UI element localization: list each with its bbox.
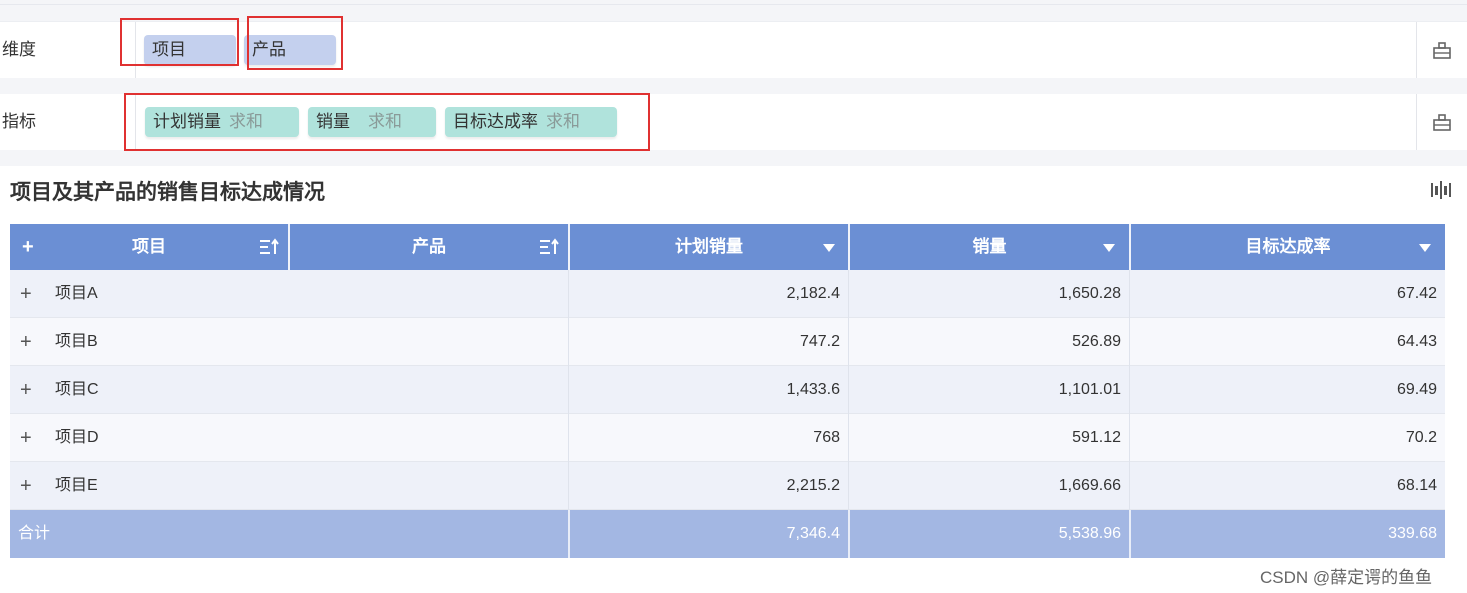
cell-planned: 1,433.6	[786, 381, 840, 398]
cell-planned: 747.2	[799, 333, 840, 350]
row-expand-button[interactable]: +	[20, 414, 32, 462]
cell-project: 项目E	[55, 477, 98, 494]
column-separator	[568, 366, 569, 414]
column-separator	[1129, 366, 1130, 414]
table-row: + 项目C 1,433.6 1,101.01 69.49	[10, 366, 1445, 414]
sort-icon[interactable]	[258, 237, 280, 257]
row-expand-button[interactable]: +	[20, 462, 32, 510]
cell-planned: 2,215.2	[786, 477, 840, 494]
total-planned: 7,346.4	[786, 525, 840, 542]
column-separator	[568, 270, 569, 318]
metric-label: 指标	[2, 112, 36, 131]
dropdown-icon[interactable]	[823, 243, 835, 253]
table-row: + 项目D 768 591.12 70.2	[10, 414, 1445, 462]
watermark: CSDN @薛定谔的鱼鱼	[1260, 568, 1433, 587]
table-row: + 项目E 2,215.2 1,669.66 68.14	[10, 462, 1445, 510]
sort-icon[interactable]	[538, 237, 560, 257]
highlight-box-product	[247, 16, 343, 70]
column-separator	[848, 270, 849, 318]
column-header-project[interactable]: 项目	[10, 224, 288, 270]
column-separator	[1129, 462, 1130, 510]
chart-type-switch-icon[interactable]	[1430, 180, 1452, 200]
column-header-planned[interactable]: 计划销量	[570, 224, 848, 270]
cell-planned: 768	[813, 429, 840, 446]
dimension-right-divider	[1416, 22, 1417, 78]
cell-project: 项目D	[55, 429, 99, 446]
cell-rate: 69.49	[1396, 381, 1437, 398]
table-total-row: 合计 7,346.4 5,538.96 339.68	[10, 510, 1445, 558]
cell-sales: 1,650.28	[1058, 285, 1121, 302]
cell-project: 项目C	[55, 381, 99, 398]
top-strip-line	[0, 4, 1467, 5]
column-header-sales[interactable]: 销量	[850, 224, 1129, 270]
cell-project: 项目B	[55, 333, 98, 350]
row-expand-button[interactable]: +	[20, 366, 32, 414]
column-separator	[848, 318, 849, 366]
settings-icon[interactable]	[1432, 112, 1452, 132]
cell-rate: 64.43	[1396, 333, 1437, 350]
cell-rate: 68.14	[1396, 477, 1437, 494]
column-separator	[1129, 270, 1130, 318]
highlight-box-project	[120, 18, 239, 66]
row-expand-button[interactable]: +	[20, 318, 32, 366]
field-gap	[0, 78, 1467, 94]
column-separator	[848, 366, 849, 414]
metric-right-divider	[1416, 94, 1417, 150]
dropdown-icon[interactable]	[1419, 243, 1431, 253]
table-title: 项目及其产品的销售目标达成情况	[10, 181, 325, 204]
total-rate: 339.68	[1388, 525, 1437, 542]
field-gap	[0, 150, 1467, 166]
column-separator	[568, 462, 569, 510]
cell-sales: 1,101.01	[1058, 381, 1121, 398]
column-separator	[568, 414, 569, 462]
cell-sales: 591.12	[1072, 429, 1121, 446]
total-label: 合计	[18, 525, 51, 542]
table-header: + 项目 产品 计划销量 销量 目标达成率	[10, 224, 1445, 270]
row-expand-button[interactable]: +	[20, 270, 32, 318]
highlight-box-metrics	[124, 93, 650, 151]
cell-sales: 526.89	[1072, 333, 1121, 350]
dropdown-icon[interactable]	[1103, 243, 1115, 253]
cell-rate: 70.2	[1405, 429, 1437, 446]
column-header-rate[interactable]: 目标达成率	[1131, 224, 1445, 270]
cell-rate: 67.42	[1396, 285, 1437, 302]
dimension-label: 维度	[2, 40, 36, 59]
column-separator	[848, 414, 849, 462]
cell-planned: 2,182.4	[786, 285, 840, 302]
column-separator	[848, 462, 849, 510]
total-sales: 5,538.96	[1058, 525, 1121, 542]
column-separator	[568, 318, 569, 366]
column-header-product[interactable]: 产品	[290, 224, 568, 270]
table-row: + 项目A 2,182.4 1,650.28 67.42	[10, 270, 1445, 318]
settings-icon[interactable]	[1432, 40, 1452, 60]
column-separator	[1129, 318, 1130, 366]
cell-project: 项目A	[55, 285, 98, 302]
column-separator	[1129, 414, 1130, 462]
cell-sales: 1,669.66	[1058, 477, 1121, 494]
table-row: + 项目B 747.2 526.89 64.43	[10, 318, 1445, 366]
